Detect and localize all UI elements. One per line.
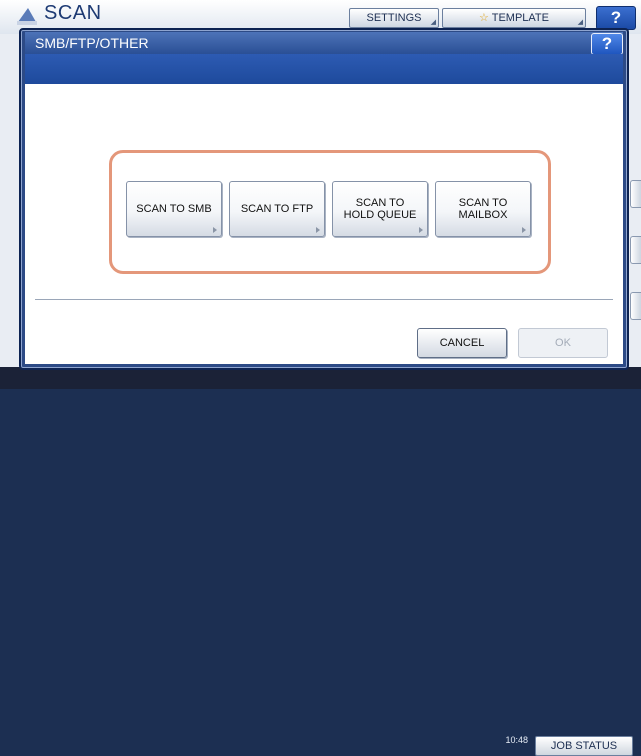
side-tab[interactable] [630, 292, 641, 320]
dialog-band [25, 54, 623, 84]
datetime: 10:48 [478, 735, 528, 745]
dialog-help-button[interactable]: ? [591, 33, 623, 55]
scan-to-mailbox-button[interactable]: SCAN TO MAILBOX [435, 181, 531, 237]
expand-arrow-icon: ◢ [577, 19, 583, 26]
scan-to-mailbox-label: SCAN TO MAILBOX [458, 197, 508, 221]
submenu-arrow-icon [419, 227, 423, 233]
star-icon: ☆ [479, 12, 489, 24]
template-label: TEMPLATE [491, 12, 549, 24]
side-tab[interactable] [630, 236, 641, 264]
scan-to-smb-label: SCAN TO SMB [136, 203, 212, 215]
submenu-arrow-icon [213, 227, 217, 233]
footer-divider [35, 299, 613, 300]
scan-to-ftp-button[interactable]: SCAN TO FTP [229, 181, 325, 237]
scan-to-smb-button[interactable]: SCAN TO SMB [126, 181, 222, 237]
settings-label: SETTINGS [366, 12, 422, 24]
ok-button[interactable]: OK [518, 328, 608, 358]
cancel-button[interactable]: CANCEL [417, 328, 507, 358]
time-text: 10:48 [505, 735, 528, 745]
submenu-arrow-icon [316, 227, 320, 233]
dialog-titlebar: SMB/FTP/OTHER ? [25, 32, 623, 55]
dialog-title: SMB/FTP/OTHER [35, 35, 149, 51]
app-title: SCAN [44, 2, 102, 24]
smb-ftp-other-dialog: SMB/FTP/OTHER ? SCAN TO SMB SCAN TO FTP … [19, 28, 629, 370]
scan-icon [17, 8, 37, 25]
scan-to-hold-queue-button[interactable]: SCAN TO HOLD QUEUE [332, 181, 428, 237]
job-status-button[interactable]: JOB STATUS [535, 736, 633, 756]
settings-button[interactable]: SETTINGS ◢ [349, 8, 439, 28]
help-button[interactable]: ? [596, 6, 636, 30]
scan-to-ftp-label: SCAN TO FTP [240, 203, 314, 215]
template-button[interactable]: ☆ TEMPLATE ◢ [442, 8, 586, 28]
dialog-body: SCAN TO SMB SCAN TO FTP SCAN TO HOLD QUE… [25, 84, 623, 364]
scan-to-hold-queue-label: SCAN TO HOLD QUEUE [343, 197, 417, 221]
side-tab[interactable] [630, 180, 641, 208]
status-bar: 10:48 JOB STATUS [0, 367, 641, 756]
submenu-arrow-icon [522, 227, 526, 233]
expand-arrow-icon: ◢ [430, 19, 436, 26]
